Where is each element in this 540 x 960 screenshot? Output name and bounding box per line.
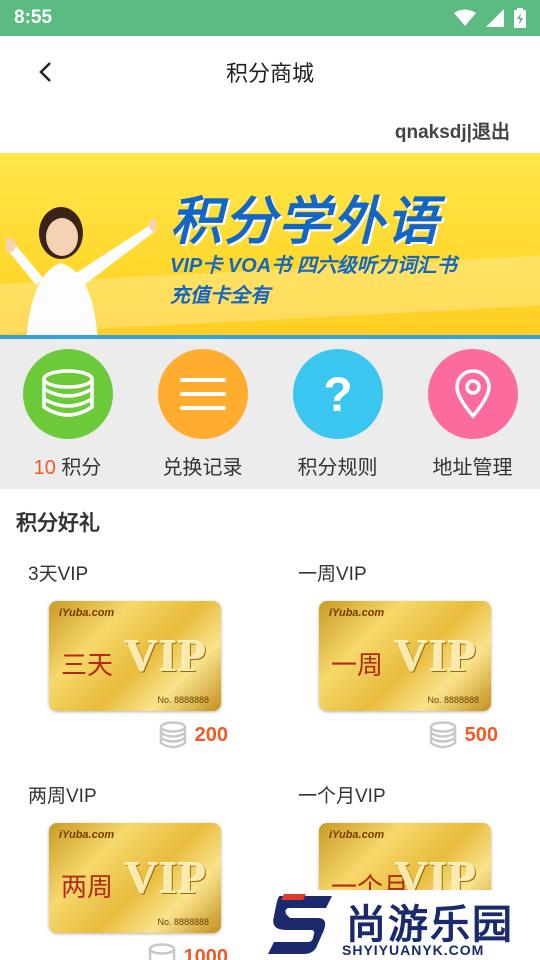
card-duration-text: 一周	[331, 651, 384, 681]
product-name: 一个月VIP	[298, 786, 386, 807]
product-name: 两周VIP	[28, 786, 97, 807]
location-pin-icon	[454, 369, 491, 419]
vip-card-image: iYuba.com 一周 VIP No. 8888888	[319, 601, 491, 711]
card-duration-text: 两周	[61, 873, 114, 903]
coins-icon	[429, 721, 456, 749]
coins-icon	[41, 369, 94, 417]
watermark-url: SHYIYUANYK.COM	[342, 942, 485, 958]
page-title: 积分商城	[225, 61, 314, 86]
vip-card-image: iYuba.com 两周 VIP No. 8888888	[49, 823, 221, 933]
user-logout-text: qnaksdj|退出	[394, 122, 510, 143]
menu-label-points-rules: 积分规则	[297, 457, 378, 479]
banner-subtitle-1: VIP卡 VOA书 四六级听力词汇书	[170, 255, 457, 277]
question-icon: ?	[323, 369, 352, 419]
status-time: 8:55	[14, 7, 53, 28]
banner-subtitle-2: 充值卡全有	[170, 285, 270, 307]
product-item[interactable]: 两周VIP iYuba.com 两周 VIP No. 8888888 1000	[0, 767, 270, 960]
signal-icon	[486, 9, 504, 27]
price-value: 500	[464, 723, 498, 746]
svg-text:?: ?	[323, 369, 352, 419]
product-price: 1000	[148, 943, 229, 960]
card-number: No. 8888888	[157, 917, 209, 927]
menu-label-exchange-records: 兑换记录	[162, 457, 243, 479]
card-number: No. 8888888	[157, 695, 209, 705]
price-value: 1000	[183, 945, 229, 960]
card-logo: iYuba.com	[59, 829, 115, 841]
card-logo: iYuba.com	[329, 829, 385, 841]
card-logo: iYuba.com	[59, 607, 115, 619]
vip-card-image: iYuba.com 三天 VIP No. 8888888	[49, 601, 221, 711]
points-count: 10	[33, 457, 56, 479]
product-item[interactable]: 一周VIP iYuba.com 一周 VIP No. 8888888 500	[270, 545, 540, 767]
menu-item-points-rules[interactable]: ? 积分规则	[278, 349, 398, 489]
chevron-left-icon	[39, 62, 51, 82]
section-title: 积分好礼	[16, 512, 100, 535]
banner-title: 积分学外语	[170, 193, 441, 251]
product-name: 3天VIP	[28, 564, 89, 585]
menu-item-address-management[interactable]: 地址管理	[413, 349, 533, 489]
menu-icon-circle	[157, 349, 248, 439]
card-vip-text: VIP	[125, 630, 208, 681]
card-duration-text: 三天	[61, 651, 114, 681]
status-icons	[454, 8, 526, 28]
wifi-icon	[454, 9, 476, 26]
back-button[interactable]	[28, 54, 64, 90]
card-number: No. 8888888	[427, 695, 479, 705]
watermark-logo-icon	[268, 894, 332, 954]
points-label: 积分	[61, 457, 102, 479]
menu-label-points: 10 积分	[34, 451, 102, 480]
site-watermark: 尚游乐园 SHYIYUANYK.COM	[262, 890, 540, 960]
woman-pointing-image	[6, 207, 156, 335]
promo-banner[interactable]: 积分学外语 VIP卡 VOA书 四六级听力词汇书 充值卡全有	[0, 153, 540, 339]
product-name: 一周VIP	[298, 564, 367, 585]
shortcut-menu: 10 积分 兑换记录 ? 积分规则 地址管理	[0, 339, 540, 489]
list-icon	[179, 378, 226, 410]
user-logout-link[interactable]: qnaksdj|退出	[0, 108, 540, 153]
menu-icon-circle: ?	[292, 349, 383, 439]
menu-icon-circle	[22, 349, 113, 439]
card-logo: iYuba.com	[329, 607, 385, 619]
menu-icon-circle	[427, 349, 518, 439]
product-item[interactable]: 3天VIP iYuba.com 三天 VIP No. 8888888 200	[0, 545, 270, 767]
menu-item-points[interactable]: 10 积分	[8, 349, 128, 489]
navigation-bar: 积分商城	[0, 36, 540, 108]
coins-icon	[148, 943, 175, 960]
menu-item-exchange-records[interactable]: 兑换记录	[143, 349, 263, 489]
product-price: 500	[429, 721, 498, 749]
status-bar: 8:55	[0, 0, 540, 36]
battery-icon	[514, 8, 526, 28]
menu-label-address-management: 地址管理	[432, 457, 513, 479]
product-price: 200	[159, 721, 228, 749]
card-vip-text: VIP	[395, 630, 478, 681]
price-value: 200	[194, 723, 228, 746]
coins-icon	[159, 721, 186, 749]
card-vip-text: VIP	[125, 852, 208, 903]
